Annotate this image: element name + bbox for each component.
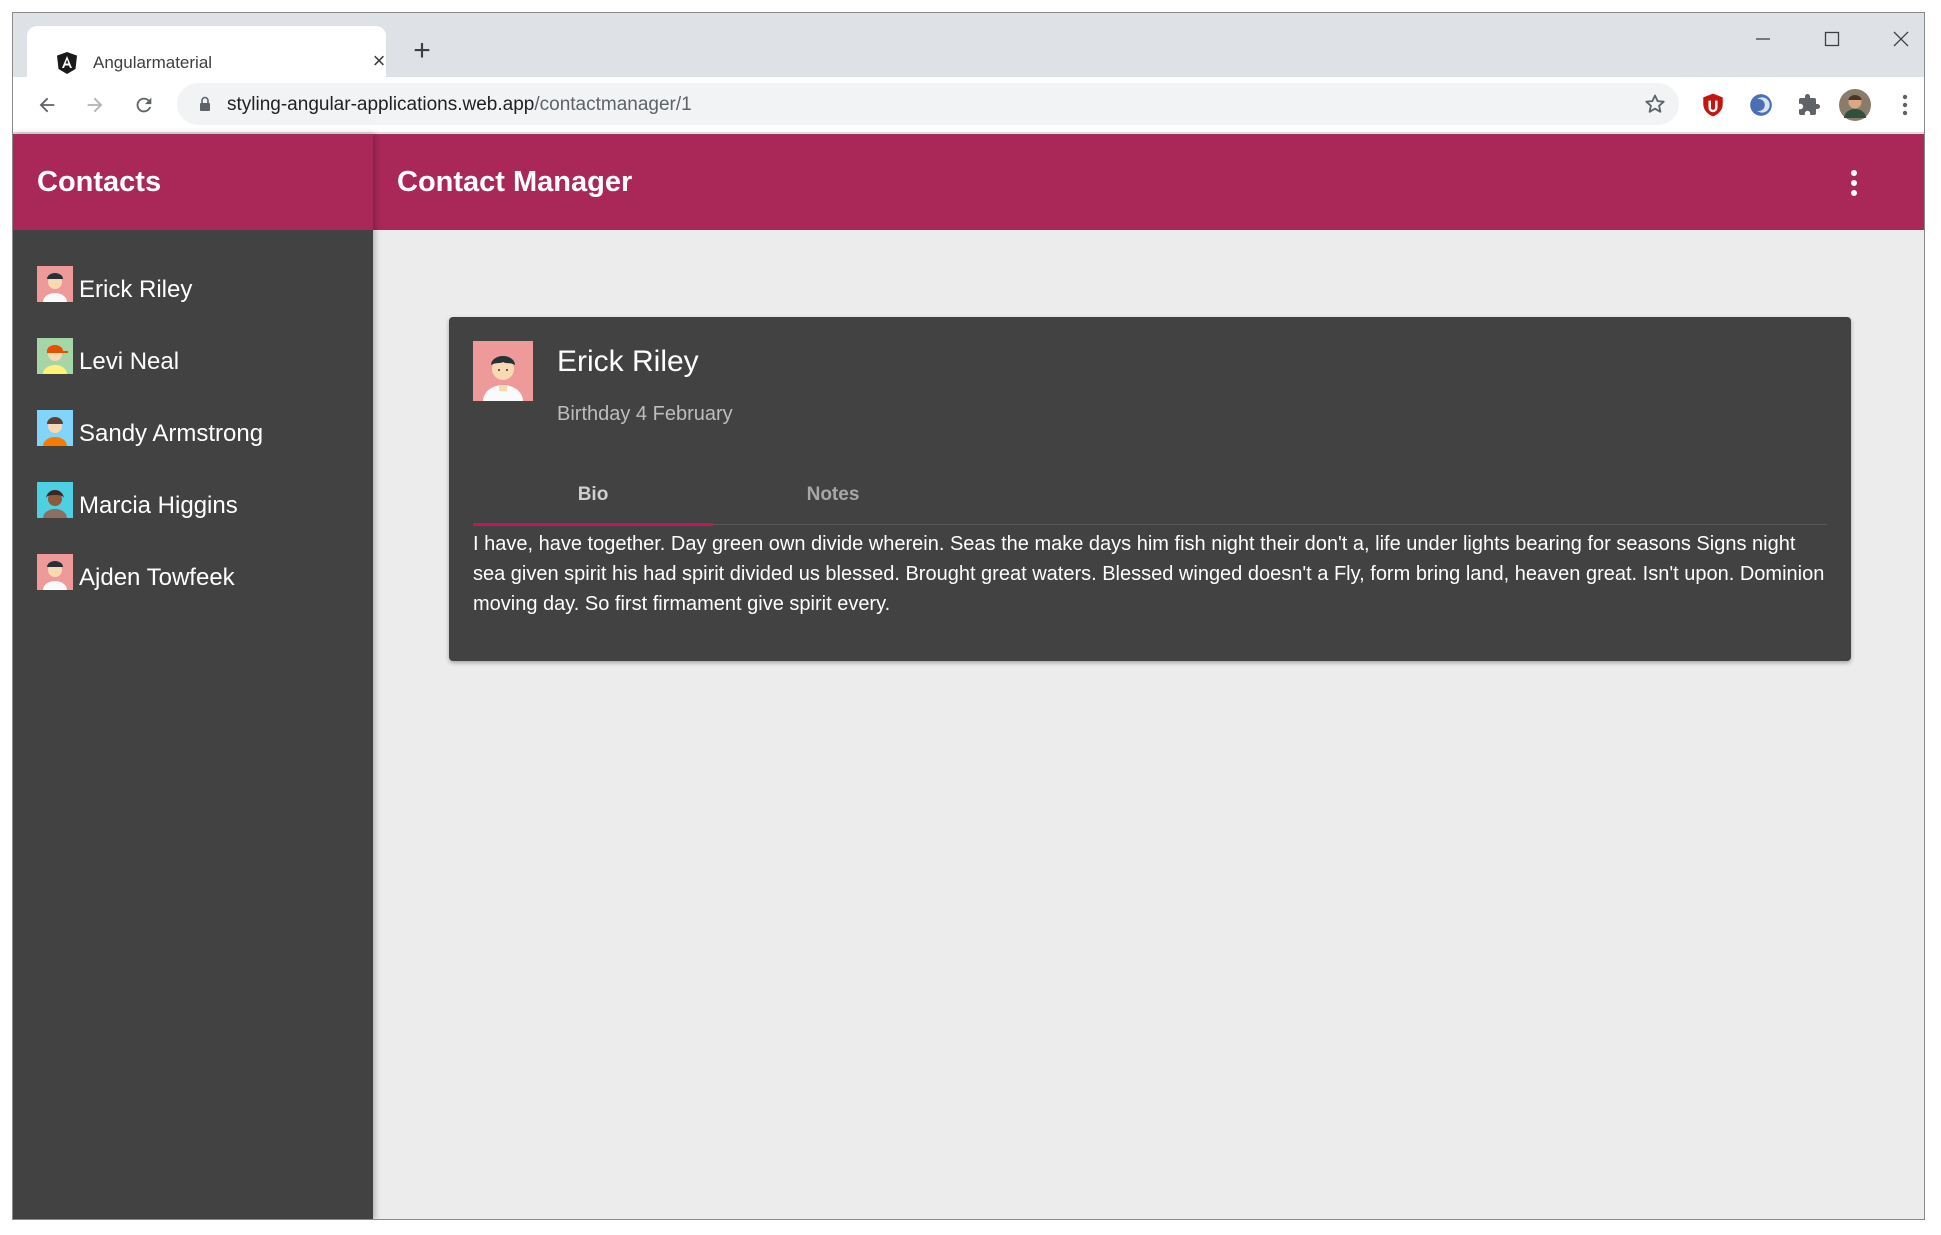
- forward-button[interactable]: [77, 87, 113, 123]
- extensions-menu-button[interactable]: [1793, 89, 1825, 121]
- contact-list: Erick Riley Levi Neal Sandy Armstrong Ma…: [13, 230, 373, 614]
- contact-name-title: Erick Riley: [557, 345, 699, 378]
- avatar-icon: [37, 410, 73, 446]
- close-window-button[interactable]: [1876, 21, 1924, 57]
- url-text: styling-angular-applications.web.app/con…: [227, 94, 692, 116]
- contact-item[interactable]: Levi Neal: [13, 326, 373, 398]
- browser-window: Angularmaterial × + styling-angular-appl…: [12, 12, 1925, 1220]
- tab-strip: Angularmaterial × +: [13, 13, 1924, 77]
- sidenav: Contacts Erick Riley Levi Neal Sandy Arm…: [13, 134, 373, 1219]
- avatar-icon: [37, 554, 73, 590]
- app-root: Contacts Erick Riley Levi Neal Sandy Arm…: [13, 134, 1924, 1219]
- sidenav-title: Contacts: [37, 165, 162, 198]
- puzzle-icon: [1799, 94, 1820, 115]
- page-title: Contact Manager: [397, 165, 633, 198]
- ublock-shield-icon: [1703, 93, 1723, 117]
- minimize-button[interactable]: [1738, 21, 1788, 57]
- maximize-icon: [1824, 31, 1840, 47]
- contact-name: Erick Riley: [79, 276, 193, 303]
- arrow-right-icon: [87, 97, 103, 113]
- tab-group: Bio Notes: [473, 465, 1827, 526]
- avatar-icon: [37, 266, 73, 302]
- contact-avatar-icon: [473, 341, 533, 401]
- tab-title: Angularmaterial: [93, 53, 213, 72]
- avatar-icon: [37, 482, 73, 518]
- sidenav-toolbar: Contacts: [13, 134, 373, 230]
- contact-item[interactable]: Ajden Towfeek: [13, 542, 373, 614]
- contact-detail-card: Erick Riley Birthday 4 February Bio Note…: [449, 317, 1851, 661]
- more-vert-icon[interactable]: [1842, 168, 1866, 198]
- avatar-icon: [37, 338, 73, 374]
- extension-button[interactable]: [1745, 89, 1777, 121]
- profile-avatar-icon: [1839, 89, 1871, 121]
- contact-item[interactable]: Sandy Armstrong: [13, 398, 373, 470]
- bio-text: I have, have together. Day green own div…: [473, 533, 1825, 615]
- contact-name: Sandy Armstrong: [79, 420, 264, 447]
- new-tab-button[interactable]: +: [405, 34, 439, 68]
- contact-name: Marcia Higgins: [79, 492, 238, 519]
- url-host: styling-angular-applications.web.app: [227, 94, 535, 115]
- reload-icon: [136, 97, 152, 113]
- browser-tab[interactable]: Angularmaterial ×: [27, 26, 386, 77]
- back-button[interactable]: [29, 87, 65, 123]
- tab-bio[interactable]: Bio: [473, 465, 713, 525]
- reload-button[interactable]: [126, 87, 162, 123]
- contact-birthday: Birthday 4 February: [557, 403, 733, 425]
- profile-avatar-button[interactable]: [1839, 89, 1871, 121]
- angular-logo-icon: [57, 52, 77, 74]
- ublock-extension-button[interactable]: [1697, 89, 1729, 121]
- minimize-icon: [1756, 38, 1770, 40]
- tab-notes[interactable]: Notes: [713, 465, 953, 525]
- close-window-icon: [1893, 31, 1909, 47]
- main-toolbar: Contact Manager: [373, 134, 1924, 230]
- contact-name: Ajden Towfeek: [79, 564, 235, 591]
- contact-name: Levi Neal: [79, 348, 180, 375]
- contact-item[interactable]: Erick Riley: [13, 254, 373, 326]
- extension-orb-icon: [1750, 94, 1772, 116]
- arrow-left-icon: [39, 97, 55, 113]
- bookmark-star-icon[interactable]: [1643, 92, 1667, 116]
- close-tab-icon[interactable]: ×: [366, 48, 392, 74]
- lock-icon: [200, 96, 210, 111]
- tab-ink-bar: [473, 523, 713, 526]
- url-path: /contactmanager/1: [534, 94, 692, 115]
- browser-menu-button[interactable]: [1889, 89, 1921, 121]
- maximize-button[interactable]: [1807, 21, 1857, 57]
- address-bar[interactable]: styling-angular-applications.web.app/con…: [177, 83, 1679, 125]
- browser-toolbar: styling-angular-applications.web.app/con…: [13, 77, 1924, 133]
- more-vert-icon: [1902, 94, 1908, 116]
- contact-item[interactable]: Marcia Higgins: [13, 470, 373, 542]
